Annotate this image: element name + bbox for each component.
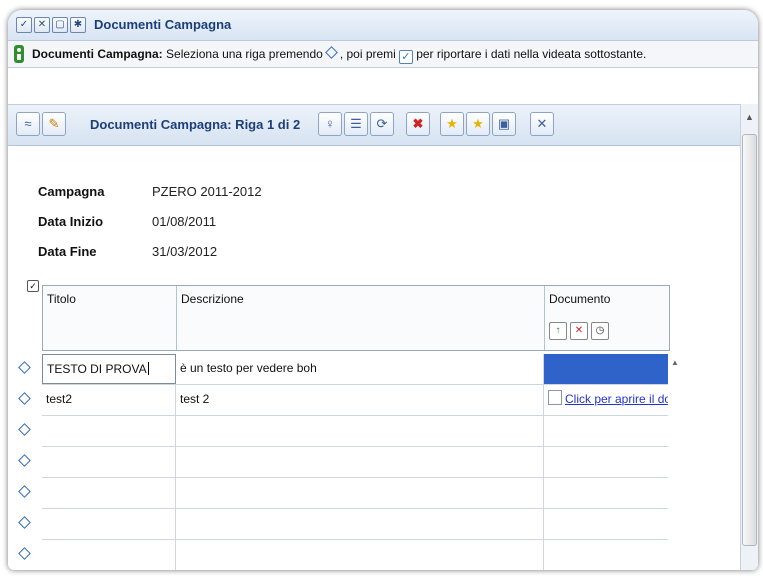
delete-document-icon[interactable]: ✕: [570, 322, 588, 340]
cell-text: è un testo per vedere boh: [180, 361, 317, 375]
table-row[interactable]: test2 test 2 Click per aprire il do: [18, 385, 668, 416]
cell-titolo[interactable]: [42, 478, 176, 508]
field-label-campagna: Campagna: [38, 184, 105, 199]
table-row[interactable]: [18, 447, 668, 478]
grid-scroll-up-icon[interactable]: ▲: [671, 358, 679, 367]
cell-documento[interactable]: [544, 354, 668, 384]
cell-descrizione[interactable]: [176, 478, 544, 508]
cell-documento[interactable]: [544, 447, 668, 477]
row-select-icon[interactable]: [18, 423, 31, 436]
collapse-icon[interactable]: ≈: [16, 112, 40, 136]
window-frame: ✓ ✕ ▢ ✱ Documenti Campagna Documenti Cam…: [8, 10, 758, 570]
info-icon: [14, 45, 24, 63]
info-bold: Documenti Campagna:: [32, 47, 163, 61]
list-icon[interactable]: ☰: [344, 112, 368, 136]
cell-documento[interactable]: [544, 416, 668, 446]
document-actions: ↑ ✕ ◷: [549, 322, 612, 340]
cell-descrizione[interactable]: test 2: [176, 385, 544, 415]
cell-titolo[interactable]: [42, 509, 176, 539]
star-icon[interactable]: ★: [440, 112, 464, 136]
row-select-icon[interactable]: [18, 454, 31, 467]
bug-icon[interactable]: ✱: [70, 17, 86, 33]
field-value-data-inizio: 01/08/2011: [152, 214, 217, 229]
field-label-data-fine: Data Fine: [38, 244, 97, 259]
cell-descrizione[interactable]: [176, 540, 544, 570]
column-header-label: Documento: [549, 292, 611, 306]
star-add-icon[interactable]: ★: [466, 112, 490, 136]
document-icon: [548, 390, 562, 405]
cell-text: TESTO DI PROVA: [47, 362, 147, 376]
info-text-2: , poi premi: [339, 47, 396, 61]
vertical-scrollbar[interactable]: ▲: [740, 104, 758, 570]
table-row[interactable]: [18, 416, 668, 447]
cell-text: test 2: [180, 392, 210, 406]
cell-documento[interactable]: [544, 509, 668, 539]
restore-icon[interactable]: ▢: [52, 17, 68, 33]
edit-icon[interactable]: ✎: [42, 112, 66, 136]
cell-documento[interactable]: [544, 540, 668, 570]
cell-titolo[interactable]: TESTO DI PROVA: [42, 354, 176, 384]
column-header-label: Titolo: [47, 292, 76, 306]
cell-descrizione[interactable]: [176, 416, 544, 446]
excel-icon[interactable]: ✕: [530, 112, 554, 136]
window-title: Documenti Campagna: [94, 17, 232, 32]
field-value-campagna: PZERO 2011-2012: [152, 184, 262, 199]
title-bar: ✓ ✕ ▢ ✱ Documenti Campagna: [8, 10, 758, 41]
row-select-icon[interactable]: [18, 516, 31, 529]
column-header-label: Descrizione: [181, 292, 244, 306]
field-label-data-inizio: Data Inizio: [38, 214, 104, 229]
table-row[interactable]: [18, 540, 668, 570]
info-text-1: Seleziona una riga premendo: [166, 47, 323, 61]
table-row[interactable]: [18, 509, 668, 540]
cell-documento[interactable]: Click per aprire il do: [544, 385, 668, 415]
open-document-icon[interactable]: ◷: [591, 322, 609, 340]
info-text: Documenti Campagna: Seleziona una riga p…: [32, 46, 647, 64]
column-header-titolo[interactable]: Titolo: [43, 286, 177, 350]
close-icon[interactable]: ✕: [34, 17, 50, 33]
scrollbar-thumb[interactable]: [742, 134, 757, 546]
upload-document-icon[interactable]: ↑: [549, 322, 567, 340]
document-link[interactable]: Click per aprire il do: [565, 392, 668, 406]
grid-header: Titolo Descrizione Documento ↑ ✕ ◷: [42, 285, 670, 351]
cell-titolo[interactable]: [42, 447, 176, 477]
row-select-icon[interactable]: [18, 485, 31, 498]
diamond-icon: [324, 46, 338, 59]
row-select-icon[interactable]: [18, 547, 31, 560]
column-header-documento[interactable]: Documento ↑ ✕ ◷: [545, 286, 669, 350]
cell-descrizione[interactable]: [176, 509, 544, 539]
toolbar: ≈ ✎ Documenti Campagna: Riga 1 di 2 ♀ ☰ …: [8, 104, 758, 146]
cell-documento[interactable]: [544, 478, 668, 508]
info-text-3: per riportare i dati nella videata sotto…: [416, 47, 647, 61]
grid-scrollbar[interactable]: ▲: [668, 354, 682, 570]
text-caret: [147, 362, 149, 375]
cell-text: test2: [46, 392, 73, 406]
lightbulb-icon[interactable]: ♀: [318, 112, 342, 136]
toolbar-title: Documenti Campagna: Riga 1 di 2: [90, 117, 301, 132]
refresh-icon[interactable]: ⟳: [370, 112, 394, 136]
cell-descrizione[interactable]: [176, 447, 544, 477]
scroll-up-icon[interactable]: ▲: [745, 112, 754, 122]
info-bar: Documenti Campagna: Seleziona una riga p…: [8, 41, 758, 68]
field-value-data-fine: 31/03/2012: [152, 244, 218, 259]
table-row[interactable]: TESTO DI PROVA è un testo per vedere boh: [18, 354, 668, 385]
row-select-icon[interactable]: [18, 361, 31, 374]
cell-titolo[interactable]: [42, 540, 176, 570]
check-icon: ✓: [398, 50, 413, 64]
save-icon[interactable]: ▣: [492, 112, 516, 136]
column-header-descrizione[interactable]: Descrizione: [177, 286, 545, 350]
select-all-checkbox[interactable]: ✓: [27, 280, 39, 292]
table-row[interactable]: [18, 478, 668, 509]
cell-titolo[interactable]: [42, 416, 176, 446]
cell-titolo[interactable]: test2: [42, 385, 176, 415]
row-select-icon[interactable]: [18, 392, 31, 405]
delete-icon[interactable]: ✖: [406, 112, 430, 136]
confirm-icon[interactable]: ✓: [16, 17, 32, 33]
cell-descrizione[interactable]: è un testo per vedere boh: [176, 354, 544, 384]
